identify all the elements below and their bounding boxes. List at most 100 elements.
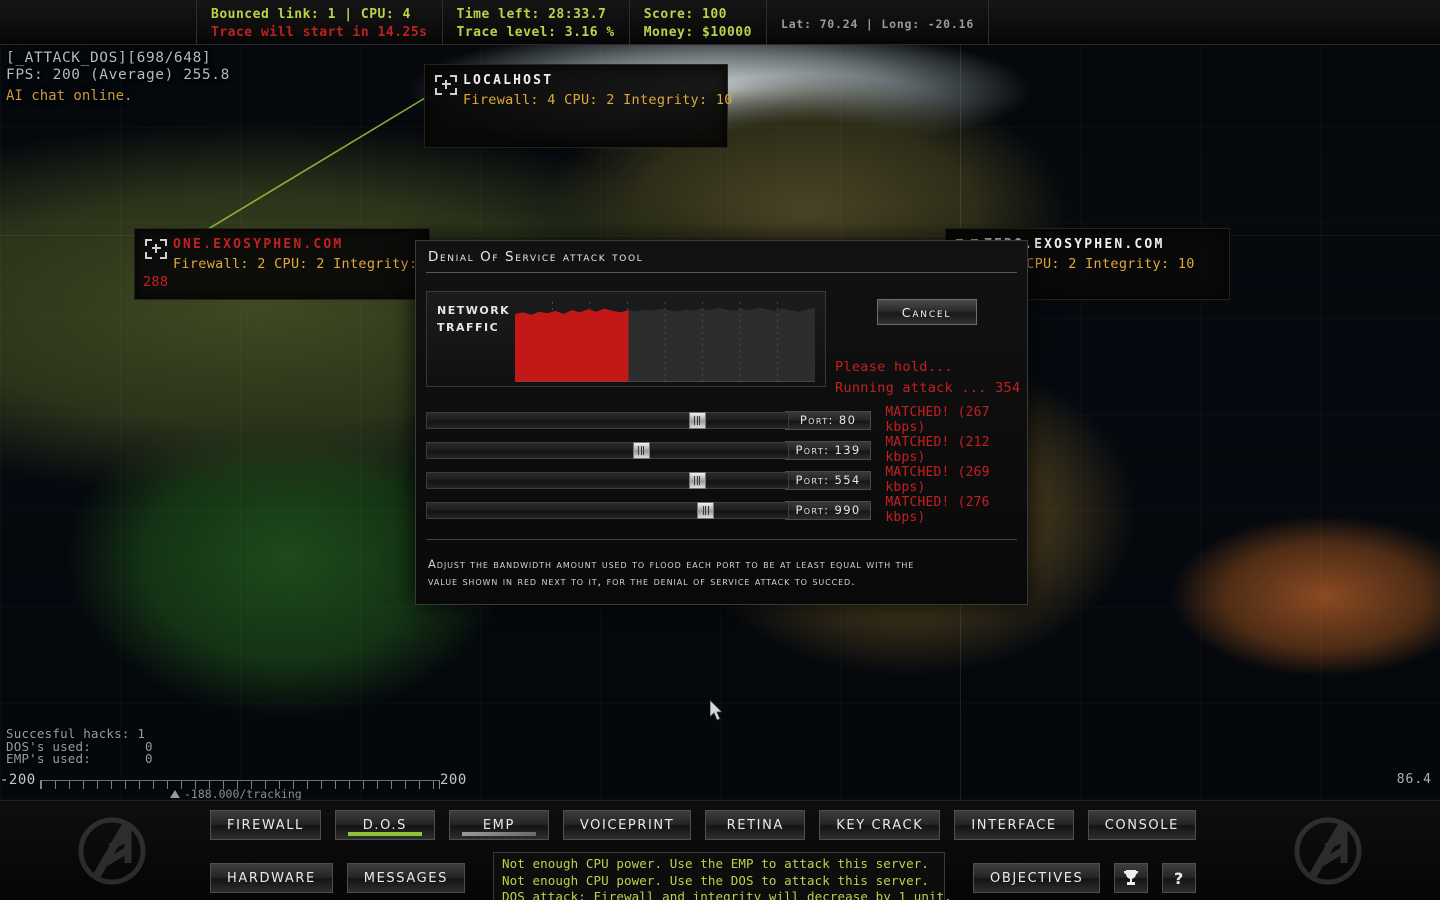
graph-axis-label: NETWORK TRAFFIC [427, 292, 515, 336]
tool-button-label: RETINA [726, 817, 784, 833]
node-panel-one-exosyphen[interactable]: ONE.EXOSYPHEN.COM Firewall: 2 CPU: 2 Int… [134, 228, 442, 300]
slider-knob[interactable] [697, 501, 714, 519]
tool-button-voiceprint[interactable]: VOICEPRINT [562, 810, 692, 840]
port-bandwidth-slider[interactable] [426, 411, 789, 429]
fps-line: FPS: 200 (Average) 255.8 [6, 67, 230, 83]
port-slider-row: Port: 80 MATCHED! (267 kbps) [426, 405, 1017, 435]
tool-button-label: KEY CRACK [836, 817, 924, 833]
topbar-group-connection: Bounced link: 1 | CPU: 4 Trace will star… [196, 0, 442, 44]
mouse-cursor [710, 700, 723, 721]
port-label: Port: 139 [784, 440, 872, 460]
message-log-line: DOS attack: Firewall and integrity will … [501, 889, 952, 900]
dos-attack-dialog: Denial Of Service attack tool NETWORK TR… [415, 240, 1028, 605]
dialog-title: Denial Of Service attack tool [428, 249, 644, 265]
graph-label-line-2: TRAFFIC [437, 321, 500, 334]
brand-logo-right-icon [1294, 817, 1362, 885]
tool-active-indicator [347, 832, 422, 836]
time-left-status: Time left: 28:33.7 [456, 6, 607, 22]
target-reticle-icon [433, 71, 459, 97]
node-bandwidth-value: 288 [143, 274, 169, 290]
trace-warning: Trace will start in 14.25s [211, 24, 428, 40]
dialog-help-text: Adjust the bandwidth amount used to floo… [416, 540, 1027, 590]
port-slider-row: Port: 990 MATCHED! (276 kbps) [426, 495, 1017, 525]
port-label: Port: 554 [784, 470, 872, 490]
emp-used-stat: EMP's used: 0 [6, 751, 153, 767]
toolbar-primary-row: FIREWALL D.O.S EMP VOICEPRINT RETINA KEY CRAC… [210, 801, 1225, 840]
cancel-button[interactable]: Cancel [876, 299, 977, 325]
tool-button-messages[interactable]: MESSAGES [346, 863, 465, 893]
slider-knob[interactable] [688, 411, 706, 429]
attack-status-block: Please hold... Running attack ... 354 [835, 357, 1020, 399]
hud-debug-overlay: [_ATTACK_DOS][698/648] FPS: 200 (Average… [6, 50, 230, 84]
bottom-toolbar: FIREWALL D.O.S EMP VOICEPRINT RETINA KEY CRAC… [0, 800, 1440, 900]
port-label: Port: 80 [784, 410, 872, 430]
tool-button-d-o-s[interactable]: D.O.S [334, 810, 435, 840]
tool-button-interface[interactable]: INTERFACE [954, 810, 1074, 840]
tool-button-label: MESSAGES [363, 870, 448, 886]
message-log-line: Not enough CPU power. Use the DOS to att… [501, 872, 930, 888]
graph-label-line-1: NETWORK [437, 304, 511, 317]
message-log: Not enough CPU power. Use the EMP to att… [492, 852, 952, 900]
trace-level-status: Trace level: 3.16 % [456, 24, 615, 40]
node-panel-localhost[interactable]: LOCALHOST Firewall: 4 CPU: 2 Integrity: … [424, 64, 732, 148]
tool-button-label: INTERFACE [971, 817, 1057, 833]
help-glyph: ? [1173, 868, 1185, 888]
brand-logo-left-icon [78, 817, 146, 885]
help-line-2: value shown in red next to it, for the d… [428, 574, 856, 588]
tool-active-indicator [461, 832, 536, 836]
node-stats: Firewall: 2 CPU: 2 Integrity: 10 [173, 256, 443, 272]
tool-button-hardware[interactable]: HARDWARE [210, 863, 333, 893]
topbar-group-time: Time left: 28:33.7 Trace level: 3.16 % [441, 0, 629, 44]
help-line-1: Adjust the bandwidth amount used to floo… [428, 557, 915, 571]
tool-button-label: HARDWARE [227, 870, 316, 886]
tool-button-console[interactable]: CONSOLE [1087, 810, 1196, 840]
slider-knob[interactable] [632, 441, 650, 459]
tool-button-label: FIREWALL [227, 817, 304, 833]
port-bandwidth-slider[interactable] [426, 501, 789, 519]
port-slider-row: Port: 554 MATCHED! (269 kbps) [426, 465, 1017, 495]
tool-button-label: VOICEPRINT [579, 817, 675, 833]
tool-button-label: EMP [482, 817, 515, 833]
ai-chat-status: AI chat online. [6, 88, 133, 104]
port-bandwidth-slider[interactable] [426, 471, 789, 489]
port-slider-list: Port: 80 MATCHED! (267 kbps) Port: 139 MATC… [416, 391, 1027, 525]
port-bandwidth-slider[interactable] [426, 441, 789, 459]
node-title: LOCALHOST [463, 73, 554, 88]
tool-button-key-crack[interactable]: KEY CRACK [819, 810, 941, 840]
tool-button-emp[interactable]: EMP [448, 810, 549, 840]
graph-canvas-wrapper [515, 298, 815, 386]
traffic-area-chart [515, 302, 815, 383]
hud-session-stats: Succesful hacks: 1 DOS's used: 0 EMP's u… [6, 727, 153, 767]
target-reticle-icon [143, 235, 169, 261]
tool-button-label: D.O.S [362, 817, 407, 833]
status-running-attack: Running attack ... 354 [835, 380, 1021, 396]
tool-button-retina[interactable]: RETINA [705, 810, 806, 840]
node-stats: Firewall: 4 CPU: 2 Integrity: 10 [463, 92, 733, 108]
lat-long-status: Lat: 70.24 | Long: -20.16 [780, 16, 975, 31]
help-question-mark-icon[interactable]: ? [1162, 863, 1197, 893]
port-match-status: MATCHED! (212 kbps) [885, 435, 990, 465]
tool-button-label: CONSOLE [1104, 817, 1179, 833]
toolbar-rows: FIREWALL D.O.S EMP VOICEPRINT RETINA KEY CRAC… [210, 801, 1225, 900]
port-label: Port: 990 [784, 500, 872, 520]
tool-button-firewall[interactable]: FIREWALL [210, 810, 321, 840]
port-match-status: MATCHED! (267 kbps) [885, 405, 990, 435]
trophy-icon[interactable] [1114, 863, 1149, 893]
status-please-hold: Please hold... [835, 359, 953, 375]
dialog-title-divider [426, 272, 1017, 273]
bounced-link-status: Bounced link: 1 | CPU: 4 [211, 6, 411, 22]
attack-mode-line: [_ATTACK_DOS][698/648] [6, 50, 212, 66]
toolbar-secondary-row: HARDWARE MESSAGES Not enough CPU power. Us… [210, 840, 1225, 900]
map-scale-ruler [0, 768, 1440, 800]
objectives-button[interactable]: OBJECTIVES [972, 863, 1101, 893]
network-traffic-graph: NETWORK TRAFFIC [426, 291, 826, 387]
topbar-group-score: Score: 100 Money: $10000 [628, 0, 766, 44]
message-log-line: Not enough CPU power. Use the EMP to att… [501, 856, 930, 871]
slider-knob[interactable] [688, 471, 706, 489]
node-title: ONE.EXOSYPHEN.COM [173, 237, 344, 252]
ruler-ticks [40, 780, 440, 789]
money-status: Money: $10000 [643, 24, 752, 40]
topbar-group-coords: Lat: 70.24 | Long: -20.16 [765, 0, 990, 44]
top-status-bar: Bounced link: 1 | CPU: 4 Trace will star… [0, 0, 1440, 45]
